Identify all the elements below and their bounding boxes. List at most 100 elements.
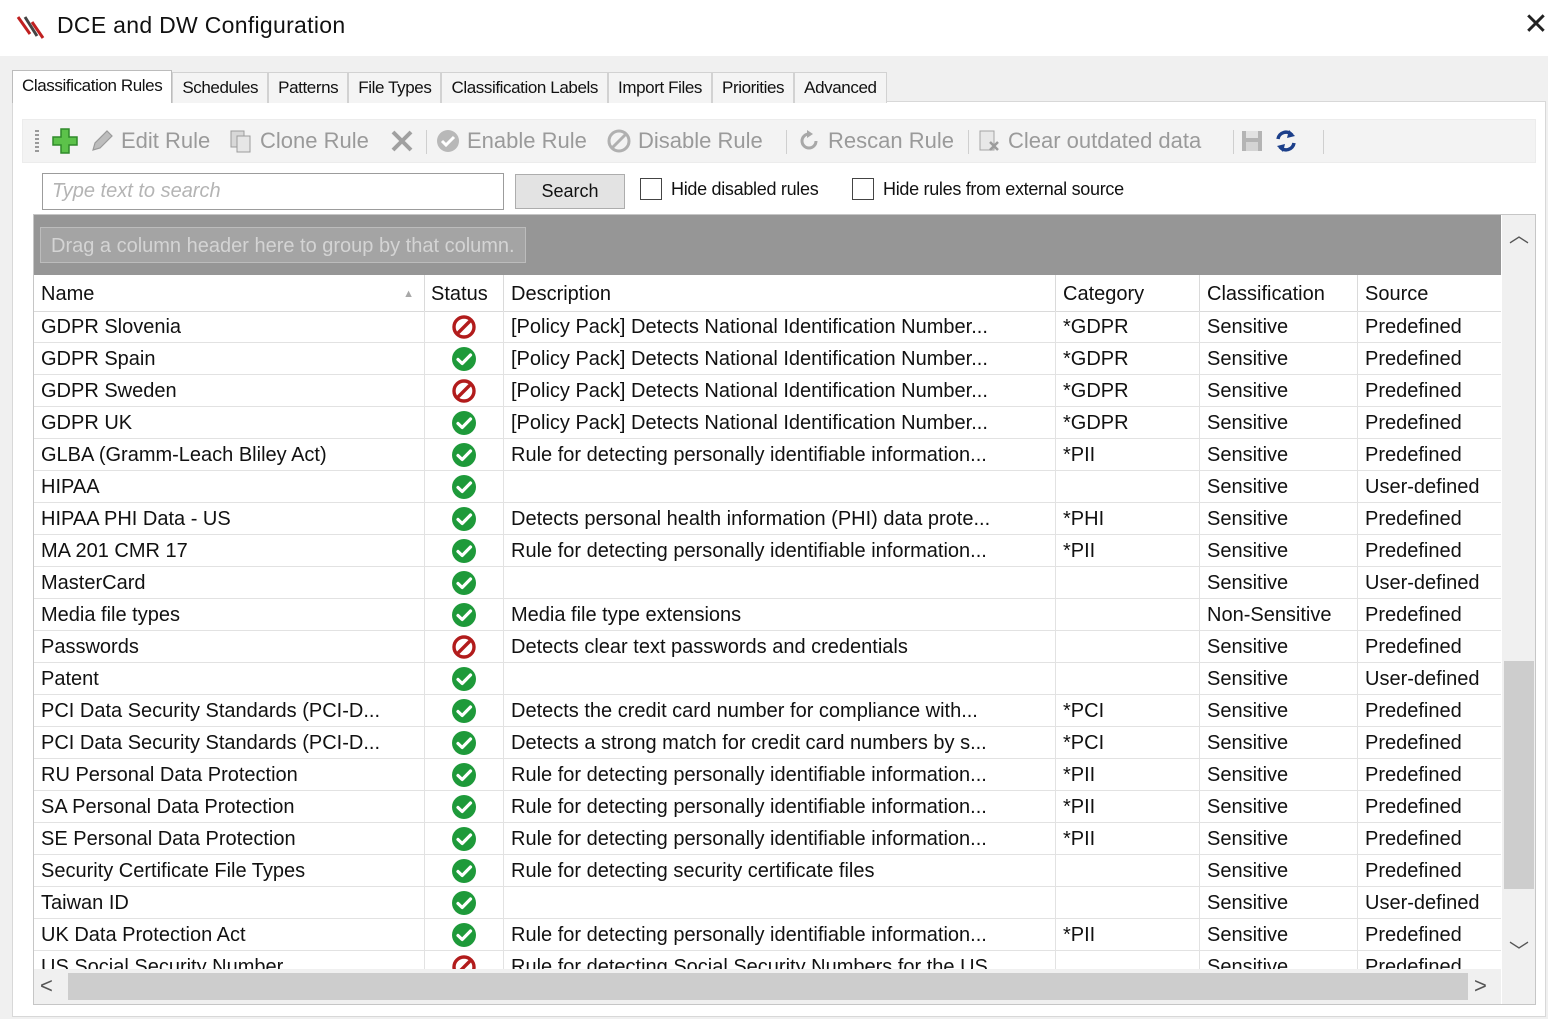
table-row[interactable]: MA 201 CMR 17 Rule for detecting personal… [34,535,1501,567]
table-row[interactable]: GDPR Slovenia [Policy Pack] Detects Natio… [34,311,1501,343]
status-cell [425,503,504,535]
rule-classification-cell: Sensitive [1200,343,1358,375]
rule-classification-cell: Sensitive [1200,631,1358,663]
rule-source-cell: Predefined [1365,956,1462,969]
tab-classification-rules[interactable]: Classification Rules [12,70,173,103]
table-row[interactable]: Taiwan ID Sensitive User-defined [34,887,1501,919]
save-button[interactable] [1239,126,1271,156]
table-row[interactable]: Passwords Detects clear text passwords an… [34,631,1501,663]
column-header-description[interactable]: Description [504,275,1056,311]
hide-disabled-rules-checkbox[interactable]: Hide disabled rules [640,178,819,200]
delete-rule-button[interactable] [389,126,421,156]
horizontal-scroll-thumb[interactable] [68,973,1468,1000]
hide-external-rules-checkbox[interactable]: Hide rules from external source [852,178,1124,200]
table-row[interactable]: UK Data Protection Act Rule for detecting… [34,919,1501,951]
rule-category-cell [1056,663,1200,695]
scroll-right-icon[interactable]: > [1474,971,1498,1001]
search-button[interactable]: Search [515,174,625,209]
vertical-scroll-thumb[interactable] [1504,661,1534,889]
table-row[interactable]: GDPR Spain [Policy Pack] Detects National… [34,343,1501,375]
rule-description-cell: Detects the credit card number for compl… [504,695,1056,727]
tab-schedules[interactable]: Schedules [172,72,269,103]
table-row[interactable]: Media file types Media file type extensio… [34,599,1501,631]
check-circle-icon [452,443,476,467]
rule-category-cell: *GDPR [1056,375,1200,407]
rule-source-cell: User-defined [1365,476,1480,498]
check-circle-icon [452,795,476,819]
rule-category-cell [1056,951,1200,969]
horizontal-scrollbar[interactable]: < > [34,969,1501,1004]
edit-rule-button[interactable]: Edit Rule [89,126,210,156]
status-cell [425,631,504,663]
prohibited-icon [452,635,476,659]
check-circle-icon [452,891,476,915]
rule-category-cell [1056,887,1200,919]
rule-classification-cell: Sensitive [1200,663,1358,695]
column-header-category[interactable]: Category [1056,275,1200,311]
add-rule-button[interactable] [51,126,85,156]
scroll-up-icon[interactable]: ︿ [1502,219,1535,249]
rule-name-cell: SA Personal Data Protection [34,791,425,823]
refresh-button[interactable] [1273,126,1305,156]
table-row[interactable]: GDPR Sweden [Policy Pack] Detects Nationa… [34,375,1501,407]
close-icon[interactable]: ✕ [1520,8,1548,42]
table-row[interactable]: HIPAA PHI Data - US Detects personal heal… [34,503,1501,535]
clone-rule-button[interactable]: Clone Rule [228,126,369,156]
rule-source-cell: User-defined [1365,668,1480,690]
checkbox-box[interactable] [640,178,662,200]
table-row[interactable]: RU Personal Data Protection Rule for dete… [34,759,1501,791]
vertical-scrollbar[interactable]: ︿ ﹀ [1502,215,1535,969]
table-row[interactable]: US Social Security Number Rule for detect… [34,951,1501,969]
table-row[interactable]: PCI Data Security Standards (PCI-D... Det… [34,727,1501,759]
column-header-classification[interactable]: Classification [1200,275,1358,311]
rescan-rule-label: Rescan Rule [828,128,954,153]
table-row[interactable]: GDPR UK [Policy Pack] Detects National Id… [34,407,1501,439]
tab-priorities[interactable]: Priorities [712,72,795,103]
rule-description-cell [504,663,1056,695]
tab-patterns[interactable]: Patterns [268,72,349,103]
rule-classification-cell: Sensitive [1200,727,1358,759]
rule-category-cell: *GDPR [1056,407,1200,439]
clear-outdated-data-label: Clear outdated data [1008,128,1202,153]
group-by-panel[interactable]: Drag a column header here to group by th… [34,215,1501,275]
column-header-source[interactable]: Source [1358,275,1501,311]
scroll-down-icon[interactable]: ﹀ [1502,935,1535,965]
pencil-icon [92,130,113,151]
group-by-hint: Drag a column header here to group by th… [40,227,526,263]
column-header-name[interactable]: Name ▲ [34,275,425,311]
enable-rule-button[interactable]: Enable Rule [435,126,587,156]
table-row[interactable]: GLBA (Gramm-Leach Bliley Act) Rule for de… [34,439,1501,471]
rule-category-cell [1056,599,1200,631]
tab-advanced[interactable]: Advanced [794,72,887,103]
rule-name-cell: Security Certificate File Types [34,855,425,887]
rule-description-cell [504,887,1056,919]
table-row[interactable]: Patent Sensitive User-defined [34,663,1501,695]
table-row[interactable]: SA Personal Data Protection Rule for dete… [34,791,1501,823]
prohibited-icon [452,955,476,969]
rule-description-cell: [Policy Pack] Detects National Identific… [504,407,1056,439]
toolbar-grip[interactable] [35,130,39,152]
rescan-rule-button[interactable]: Rescan Rule [796,126,954,156]
column-header-status[interactable]: Status [425,275,504,311]
check-circle-icon [452,763,476,787]
tab-classification-labels[interactable]: Classification Labels [441,72,609,103]
tab-file-types[interactable]: File Types [348,72,442,103]
clear-outdated-data-button[interactable]: Clear outdated data [976,126,1201,156]
check-circle-icon [452,347,476,371]
disable-rule-button[interactable]: Disable Rule [606,126,763,156]
table-row[interactable]: MasterCard Sensitive User-defined [34,567,1501,599]
tab-import-files[interactable]: Import Files [608,72,713,103]
table-row[interactable]: HIPAA Sensitive User-defined [34,471,1501,503]
copy-icon [230,130,251,153]
search-input[interactable] [42,173,504,210]
rule-description-cell: Rule for detecting security certificate … [504,855,1056,887]
check-circle-icon [437,130,459,152]
table-row[interactable]: Security Certificate File Types Rule for … [34,855,1501,887]
checkbox-box[interactable] [852,178,874,200]
rule-description-cell: Rule for detecting personally identifiab… [504,439,1056,471]
table-row[interactable]: PCI Data Security Standards (PCI-D... Det… [34,695,1501,727]
table-row[interactable]: SE Personal Data Protection Rule for dete… [34,823,1501,855]
scroll-left-icon[interactable]: < [40,971,64,1001]
rule-source-cell: Predefined [1365,540,1462,562]
check-circle-icon [452,827,476,851]
